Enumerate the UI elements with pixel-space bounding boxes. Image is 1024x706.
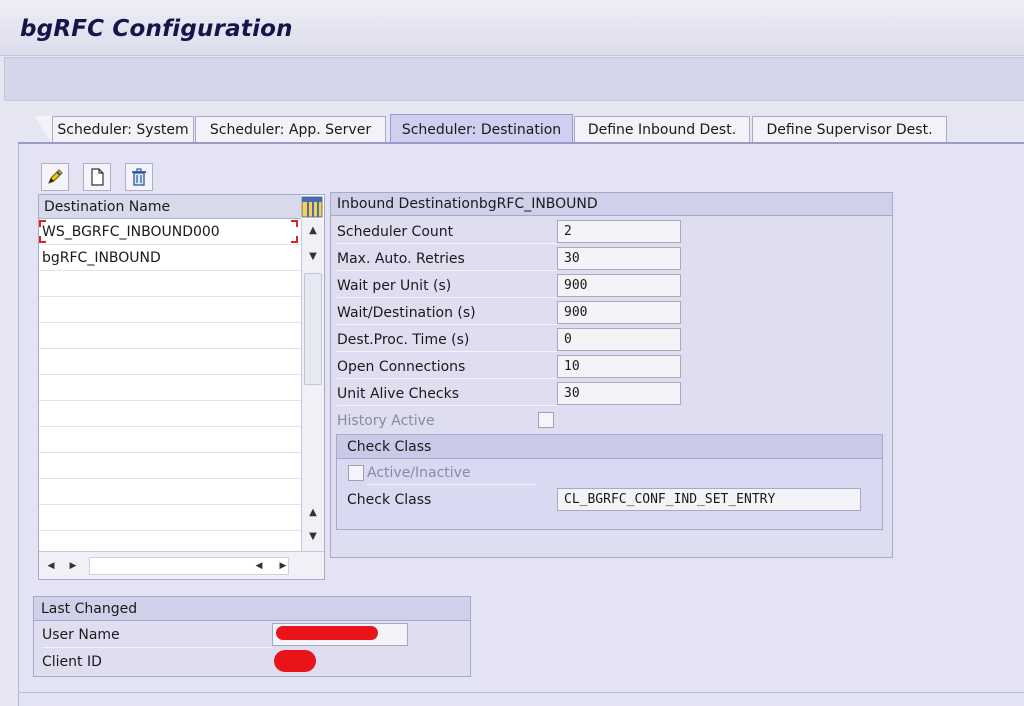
- dest-proc-time-label: Dest.Proc. Time (s): [337, 328, 557, 352]
- tab-scheduler-system[interactable]: Scheduler: System: [52, 116, 194, 143]
- table-row-empty[interactable]: [39, 271, 301, 297]
- tab-scheduler-destination[interactable]: Scheduler: Destination: [390, 114, 573, 143]
- check-class-group-title: Check Class: [337, 435, 882, 459]
- client-id-label: Client ID: [42, 654, 102, 670]
- check-class-group: Check Class Active/Inactive Check Class …: [336, 434, 883, 530]
- destination-table: Destination Name WS_BGRFC_INBOUND000 bgR…: [38, 194, 325, 580]
- table-row-empty[interactable]: [39, 427, 301, 453]
- table-row-empty[interactable]: [39, 375, 301, 401]
- scroll-page-up-icon[interactable]: ▲: [302, 501, 324, 525]
- max-auto-retries-field[interactable]: 30: [557, 247, 681, 270]
- redaction-mark: [276, 626, 378, 640]
- scroll-right-icon[interactable]: ▶: [275, 552, 291, 580]
- scroll-up-icon[interactable]: ▲: [302, 219, 324, 243]
- inbound-destination-group: Inbound DestinationbgRFC_INBOUND Schedul…: [330, 192, 893, 558]
- selection-marker: [39, 220, 46, 227]
- selection-marker: [39, 236, 46, 243]
- page-title: bgRFC Configuration: [20, 16, 293, 42]
- create-icon: [91, 168, 104, 186]
- unit-alive-checks-field[interactable]: 30: [557, 382, 681, 405]
- scroll-right-icon[interactable]: ▶: [65, 552, 81, 580]
- open-connections-field[interactable]: 10: [557, 355, 681, 378]
- wait-destination-field[interactable]: 900: [557, 301, 681, 324]
- scheduler-count-field[interactable]: 2: [557, 220, 681, 243]
- delete-button[interactable]: [125, 163, 153, 191]
- scroll-left-icon[interactable]: ◀: [251, 552, 267, 580]
- application-toolbar: [4, 57, 1024, 101]
- table-row[interactable]: bgRFC_INBOUND: [39, 245, 301, 271]
- table-row-empty[interactable]: [39, 401, 301, 427]
- table-row[interactable]: WS_BGRFC_INBOUND000: [39, 219, 301, 245]
- create-button[interactable]: [83, 163, 111, 191]
- table-row-empty[interactable]: [39, 349, 301, 375]
- tab-label: Scheduler: System: [57, 122, 189, 138]
- unit-alive-checks-label: Unit Alive Checks: [337, 382, 557, 406]
- tab-label: Scheduler: App. Server: [209, 122, 372, 138]
- destination-name-cell: WS_BGRFC_INBOUND000: [42, 224, 220, 240]
- table-row-empty[interactable]: [39, 323, 301, 349]
- table-settings-icon: [301, 196, 323, 218]
- user-name-label: User Name: [42, 622, 272, 648]
- column-header-destination-name[interactable]: Destination Name: [39, 195, 301, 219]
- history-active-label: History Active: [337, 413, 435, 429]
- history-active-checkbox[interactable]: [538, 412, 554, 428]
- table-row-empty[interactable]: [39, 297, 301, 323]
- open-connections-label: Open Connections: [337, 355, 557, 379]
- redaction-mark: [274, 650, 316, 672]
- selection-marker: [291, 220, 298, 227]
- active-inactive-checkbox[interactable]: [348, 465, 364, 481]
- tab-strip-edge: [34, 116, 52, 143]
- tab-label: Define Inbound Dest.: [587, 122, 737, 138]
- delete-icon: [132, 168, 146, 186]
- destination-name-cell: bgRFC_INBOUND: [42, 250, 161, 266]
- tab-scheduler-app-server[interactable]: Scheduler: App. Server: [195, 116, 386, 143]
- check-class-field[interactable]: CL_BGRFC_CONF_IND_SET_ENTRY: [557, 488, 861, 511]
- content-bottom-border: [18, 692, 1024, 693]
- edit-button[interactable]: [41, 163, 69, 191]
- scroll-left-icon[interactable]: ◀: [43, 552, 59, 580]
- last-changed-group: Last Changed User Name Client ID: [33, 596, 471, 677]
- last-changed-title: Last Changed: [34, 597, 470, 621]
- tab-label: Scheduler: Destination: [401, 122, 562, 138]
- group-title: Inbound DestinationbgRFC_INBOUND: [331, 193, 892, 216]
- scroll-down-icon[interactable]: ▼: [302, 245, 324, 269]
- tab-label: Define Supervisor Dest.: [766, 122, 933, 138]
- active-inactive-label: Active/Inactive: [367, 461, 537, 485]
- edit-icon: [48, 169, 63, 184]
- scroll-thumb[interactable]: [304, 273, 322, 385]
- scheduler-count-label: Scheduler Count: [337, 220, 557, 244]
- wait-per-unit-field[interactable]: 900: [557, 274, 681, 297]
- tab-define-supervisor-dest[interactable]: Define Supervisor Dest.: [752, 116, 947, 143]
- dest-proc-time-field[interactable]: 0: [557, 328, 681, 351]
- selection-marker: [291, 236, 298, 243]
- vertical-scrollbar[interactable]: ▲ ▼ ▲ ▼: [301, 219, 324, 551]
- table-row-empty[interactable]: [39, 453, 301, 479]
- table-row-empty[interactable]: [39, 505, 301, 531]
- horizontal-scrollbar[interactable]: ◀ ▶ ◀ ▶: [39, 551, 324, 579]
- table-row-empty[interactable]: [39, 479, 301, 505]
- max-auto-retries-label: Max. Auto. Retries: [337, 247, 557, 271]
- scroll-page-down-icon[interactable]: ▼: [302, 525, 324, 549]
- table-settings-button[interactable]: [301, 196, 323, 218]
- tab-define-inbound-dest[interactable]: Define Inbound Dest.: [574, 116, 750, 143]
- wait-destination-label: Wait/Destination (s): [337, 301, 557, 325]
- wait-per-unit-label: Wait per Unit (s): [337, 274, 557, 298]
- check-class-label: Check Class: [347, 492, 432, 508]
